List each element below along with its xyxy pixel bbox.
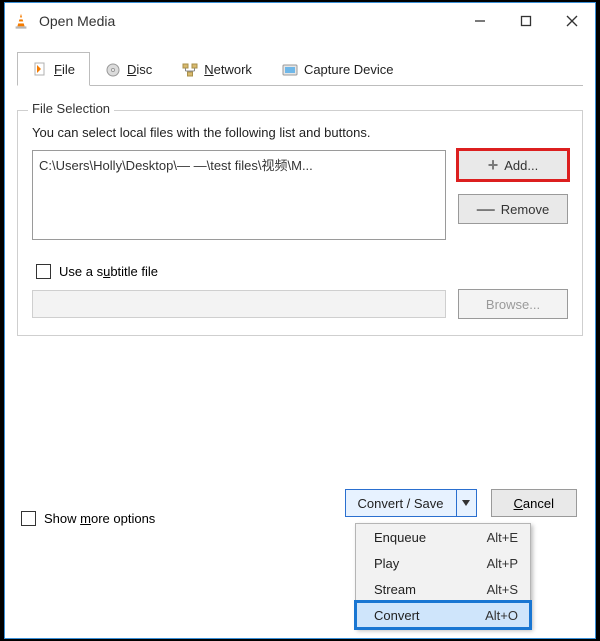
- more-options-label: Show more options: [44, 511, 155, 526]
- file-selection-instruction: You can select local files with the foll…: [32, 125, 568, 140]
- tab-capture[interactable]: Capture Device: [267, 52, 409, 86]
- browse-button: Browse...: [458, 289, 568, 319]
- tab-capture-label: Capture Device: [304, 62, 394, 77]
- menu-item-label: Stream: [374, 582, 487, 597]
- menu-item-enqueue[interactable]: Enqueue Alt+E: [356, 524, 530, 550]
- file-list[interactable]: C:\Users\Holly\Desktop\— —\test files\视频…: [32, 150, 446, 240]
- add-button[interactable]: + Add...: [458, 150, 568, 180]
- remove-button-label: Remove: [501, 202, 549, 217]
- tab-disc[interactable]: Disc: [90, 52, 167, 86]
- subtitle-checkbox[interactable]: [36, 264, 51, 279]
- minimize-button[interactable]: [457, 5, 503, 37]
- file-selection-legend: File Selection: [28, 101, 114, 116]
- convert-save-dropdown[interactable]: [457, 489, 477, 517]
- menu-item-accel: Alt+E: [487, 530, 518, 545]
- menu-item-accel: Alt+O: [485, 608, 518, 623]
- menu-item-accel: Alt+P: [487, 556, 518, 571]
- add-button-label: Add...: [504, 158, 538, 173]
- convert-save-button[interactable]: Convert / Save: [345, 489, 457, 517]
- vlc-icon: [11, 11, 31, 31]
- tab-file-label: File: [54, 62, 75, 77]
- open-media-window: Open Media File: [4, 2, 596, 639]
- disc-icon: [105, 62, 121, 78]
- window-controls: [457, 5, 595, 37]
- network-icon: [182, 62, 198, 78]
- tab-network[interactable]: Network: [167, 52, 267, 86]
- menu-item-label: Enqueue: [374, 530, 487, 545]
- file-selection-group: File Selection You can select local file…: [17, 110, 583, 336]
- close-button[interactable]: [549, 5, 595, 37]
- file-list-item[interactable]: C:\Users\Holly\Desktop\— —\test files\视频…: [39, 155, 439, 174]
- cancel-button[interactable]: Cancel: [491, 489, 577, 517]
- tab-disc-label: Disc: [127, 62, 152, 77]
- menu-item-stream[interactable]: Stream Alt+S: [356, 576, 530, 602]
- tab-file[interactable]: File: [17, 52, 90, 86]
- browse-button-label: Browse...: [486, 297, 540, 312]
- file-tab-pane: File Selection You can select local file…: [17, 86, 583, 461]
- tab-network-label: Network: [204, 62, 252, 77]
- more-options-checkbox[interactable]: [21, 511, 36, 526]
- menu-item-convert[interactable]: Convert Alt+O: [356, 602, 530, 628]
- convert-save-split-button: Convert / Save: [345, 489, 477, 517]
- menu-item-label: Convert: [374, 608, 485, 623]
- title-bar: Open Media: [5, 3, 595, 39]
- cancel-button-label: Cancel: [514, 496, 554, 511]
- subtitle-path-field: [32, 290, 446, 318]
- chevron-down-icon: [461, 498, 471, 508]
- menu-item-play[interactable]: Play Alt+P: [356, 550, 530, 576]
- menu-item-label: Play: [374, 556, 487, 571]
- capture-icon: [282, 62, 298, 78]
- window-title: Open Media: [39, 13, 457, 29]
- subtitle-checkbox-row: Use a subtitle file: [36, 264, 568, 279]
- file-icon: [32, 61, 48, 77]
- subtitle-label: Use a subtitle file: [59, 264, 158, 279]
- tab-bar: File Disc Network Capture Device: [17, 51, 583, 86]
- convert-save-menu: Enqueue Alt+E Play Alt+P Stream Alt+S Co…: [355, 523, 531, 629]
- menu-item-accel: Alt+S: [487, 582, 518, 597]
- dialog-buttons: Convert / Save Cancel: [345, 489, 577, 517]
- maximize-button[interactable]: [503, 5, 549, 37]
- remove-button[interactable]: — Remove: [458, 194, 568, 224]
